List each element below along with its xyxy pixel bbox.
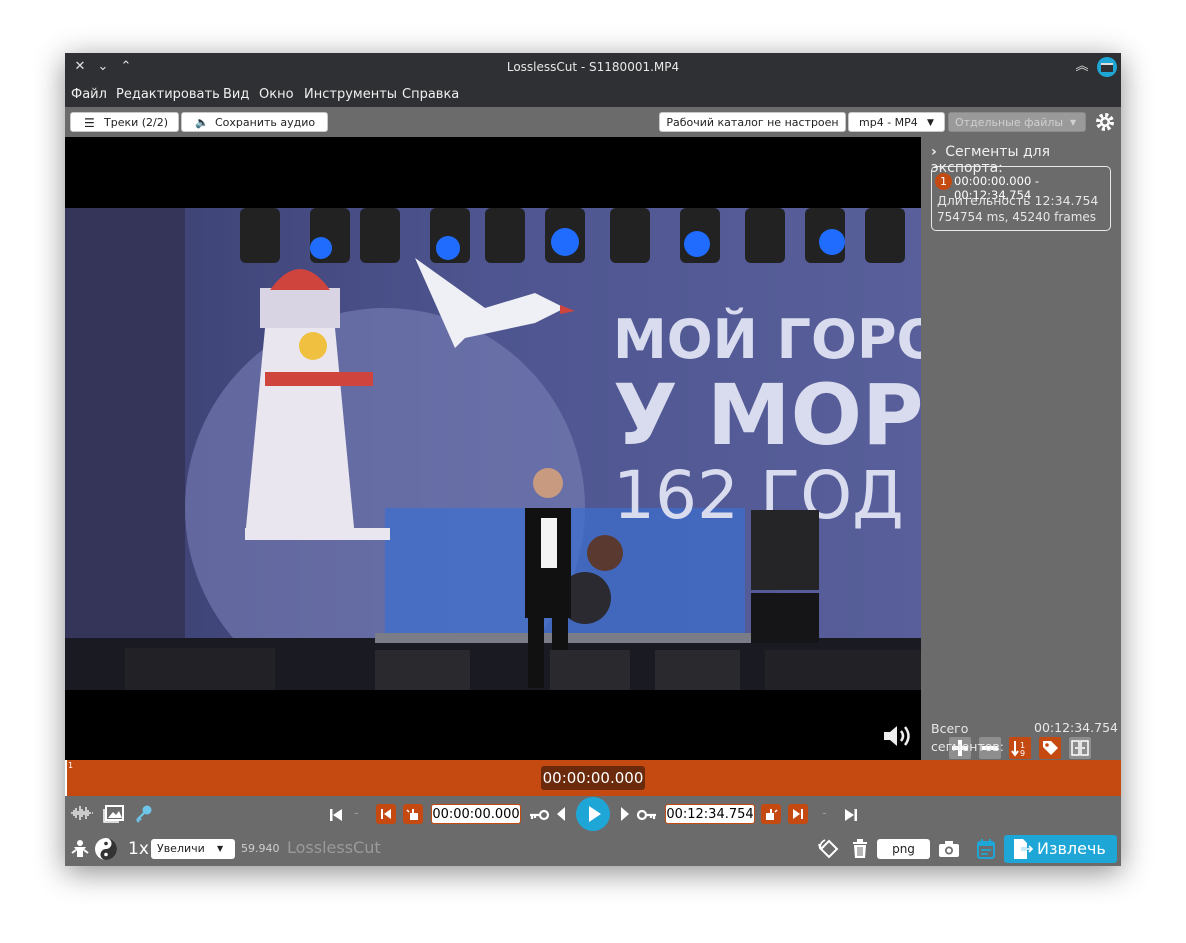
total-segments-label: Всего сегментов: xyxy=(931,721,1004,754)
segment-index-badge: 1 xyxy=(935,173,952,190)
key-right-icon[interactable] xyxy=(636,807,658,826)
list-icon: ☰ xyxy=(84,116,95,130)
dash-right: - xyxy=(822,806,827,821)
segment-duration: Длительность 12:34.754 xyxy=(937,193,1099,208)
playback-controls: - 00:00:00.000 00:12:34.754 - xyxy=(65,796,1121,832)
output-mode-select[interactable]: Отдельные файлы ▼ xyxy=(948,112,1086,132)
fps-label: 59.940 xyxy=(241,842,280,855)
save-audio-label: Сохранить аудио xyxy=(215,116,316,129)
play-button[interactable] xyxy=(576,797,610,831)
cut-end-time-input[interactable]: 00:12:34.754 xyxy=(665,804,755,824)
key-left-icon[interactable] xyxy=(528,807,550,826)
window-title: LosslessCut - S1180001.MP4 xyxy=(506,60,680,74)
menu-file[interactable]: Файл xyxy=(71,87,107,102)
dropdown-arrow-icon: ▼ xyxy=(217,844,224,853)
segment-details: 754754 ms, 45240 frames xyxy=(937,210,1097,224)
app-name-label: LosslessCut xyxy=(287,838,381,857)
title-bar: ✕ ⌄ ⌃ LosslessCut - S1180001.MP4 ︽ xyxy=(65,53,1121,81)
yin-yang-icon[interactable] xyxy=(94,837,118,865)
settings-gear-icon[interactable] xyxy=(1094,111,1116,133)
set-cut-end-icon[interactable] xyxy=(761,804,781,824)
export-icon xyxy=(1011,838,1034,864)
jump-to-end-icon[interactable] xyxy=(844,807,858,826)
waveform-icon[interactable] xyxy=(70,805,94,825)
sort-segments-icon[interactable]: 19 xyxy=(1009,737,1031,759)
segments-sidebar: › Сегменты для экспорта: 1 00:00:00.000 … xyxy=(921,137,1121,765)
trash-icon[interactable] xyxy=(851,839,869,863)
cut-start-time-input[interactable]: 00:00:00.000 xyxy=(431,804,521,824)
total-segments-value: 00:12:34.754 xyxy=(1034,720,1118,735)
timeline-current-time: 00:00:00.000 xyxy=(541,766,645,790)
timeline[interactable]: 1 00:00:00.000 xyxy=(65,760,1121,796)
thumbnails-icon[interactable] xyxy=(103,803,125,827)
save-audio-button[interactable]: 🔈 Сохранить аудио xyxy=(181,112,328,132)
set-cut-start-icon[interactable] xyxy=(403,804,423,824)
export-button[interactable]: Извлечь xyxy=(1004,835,1117,863)
svg-text:9: 9 xyxy=(1020,749,1025,758)
calendar-icon[interactable] xyxy=(976,838,996,864)
dropdown-arrow-icon: ▼ xyxy=(927,118,934,128)
zoom-value: Увеличи xyxy=(157,842,205,855)
menu-window[interactable]: Окно xyxy=(259,87,294,102)
zoom-select[interactable]: Увеличи ▼ xyxy=(151,839,235,859)
speaker-icon: 🔈 xyxy=(195,116,209,129)
dash-left: - xyxy=(354,806,359,821)
tag-icon[interactable] xyxy=(1039,737,1061,759)
person-icon[interactable] xyxy=(70,839,90,863)
top-toolbar: ☰ Треки (2/2) 🔈 Сохранить аудио Рабочий … xyxy=(65,107,1121,137)
menu-edit[interactable]: Редактировать xyxy=(116,87,220,102)
volume-icon[interactable] xyxy=(882,723,914,749)
bottom-controls: 1x Увеличи ▼ 59.940 LosslessCut png Извл… xyxy=(65,832,1121,866)
tracks-button[interactable]: ☰ Треки (2/2) xyxy=(70,112,179,132)
playhead[interactable] xyxy=(65,760,67,796)
export-label: Извлечь xyxy=(1037,839,1106,858)
working-dir-button[interactable]: Рабочий каталог не настроен xyxy=(659,112,846,132)
split-segment-icon[interactable] xyxy=(1069,737,1091,759)
rotate-icon[interactable] xyxy=(817,837,841,865)
keyframes-key-icon[interactable] xyxy=(134,804,154,828)
menu-bar: Файл Редактировать Вид Окно Инструменты … xyxy=(65,81,1121,107)
jump-to-start-icon[interactable] xyxy=(329,807,343,826)
menu-tools[interactable]: Инструменты xyxy=(304,87,397,102)
app-logo-icon xyxy=(1097,57,1117,77)
jump-to-segment-end-icon[interactable] xyxy=(788,804,808,824)
camera-icon[interactable] xyxy=(938,840,960,862)
jump-to-segment-start-icon[interactable] xyxy=(376,804,396,824)
banner-text-1: МОЙ ГОРО xyxy=(613,308,921,371)
chevron-right-icon: › xyxy=(931,144,937,160)
step-back-icon[interactable] xyxy=(556,806,566,826)
banner-text-2: У МОР xyxy=(613,366,921,464)
format-value: mp4 - MP4 xyxy=(859,116,918,129)
output-mode-value: Отдельные файлы xyxy=(955,116,1064,129)
dropdown-arrow-icon: ▼ xyxy=(1070,118,1077,127)
video-frame: МОЙ ГОРО У МОР 162 ГОД xyxy=(65,208,921,708)
segment-card[interactable]: 1 00:00:00.000 - 00:12:34.754 Длительнос… xyxy=(931,166,1111,231)
menu-help[interactable]: Справка xyxy=(402,87,459,102)
step-forward-icon[interactable] xyxy=(620,806,630,826)
menu-view[interactable]: Вид xyxy=(223,87,249,102)
video-player[interactable]: МОЙ ГОРО У МОР 162 ГОД xyxy=(65,137,921,760)
keep-above-icon[interactable]: ︽ xyxy=(1073,58,1091,76)
screenshot-format-select[interactable]: png xyxy=(877,839,930,859)
app-window: ✕ ⌄ ⌃ LosslessCut - S1180001.MP4 ︽ Файл … xyxy=(65,53,1121,866)
segment-marker: 1 xyxy=(68,761,74,770)
playback-speed[interactable]: 1x xyxy=(128,839,149,859)
format-select[interactable]: mp4 - MP4 ▼ xyxy=(848,112,945,132)
tracks-label: Треки (2/2) xyxy=(104,116,169,129)
